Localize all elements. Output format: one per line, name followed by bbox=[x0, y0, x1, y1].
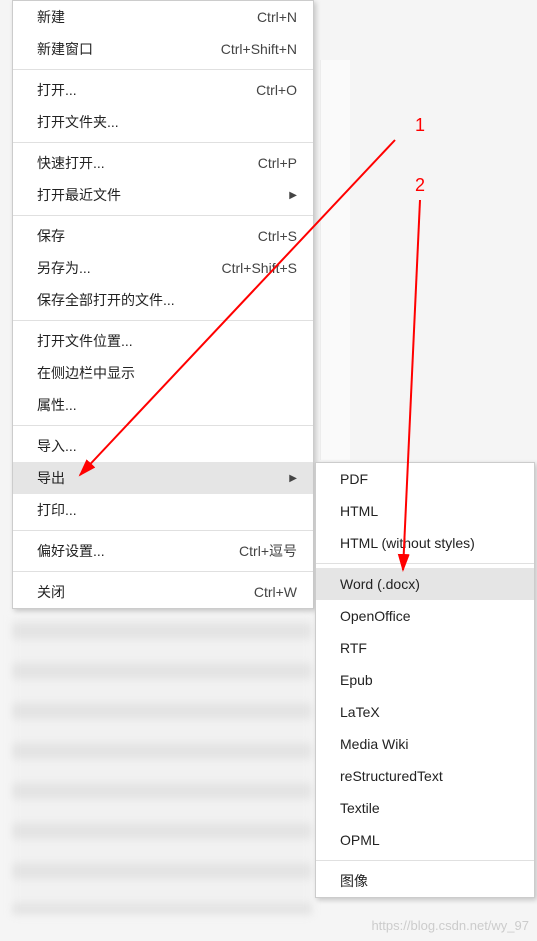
mainMenu-item[interactable]: 另存为... Ctrl+Shift+S bbox=[13, 252, 313, 284]
menu-item-label: 保存 bbox=[37, 226, 238, 246]
menu-item-label: RTF bbox=[340, 640, 518, 656]
menu-item-shortcut: Ctrl+Shift+S bbox=[222, 260, 297, 276]
menu-separator bbox=[13, 69, 313, 70]
subMenu-item[interactable]: PDF bbox=[316, 463, 534, 495]
subMenu-item[interactable]: LaTeX bbox=[316, 696, 534, 728]
menu-item-label: 打印... bbox=[37, 500, 297, 520]
menu-item-shortcut: Ctrl+Shift+N bbox=[221, 41, 297, 57]
menu-item-shortcut: Ctrl+O bbox=[256, 82, 297, 98]
mainMenu-item[interactable]: 打开最近文件 ▶ bbox=[13, 179, 313, 211]
menu-item-label: Word (.docx) bbox=[340, 576, 518, 592]
menu-item-label: Epub bbox=[340, 672, 518, 688]
menu-item-label: 新建窗口 bbox=[37, 39, 201, 59]
menu-item-label: 打开最近文件 bbox=[37, 185, 281, 205]
submenu-arrow-icon: ▶ bbox=[289, 473, 297, 484]
mainMenu-item[interactable]: 打开文件夹... bbox=[13, 106, 313, 138]
menu-item-label: LaTeX bbox=[340, 704, 518, 720]
menu-item-label: 图像 bbox=[340, 871, 518, 891]
menu-item-shortcut: Ctrl+W bbox=[254, 584, 297, 600]
mainMenu-item[interactable]: 关闭 Ctrl+W bbox=[13, 576, 313, 608]
menu-item-shortcut: Ctrl+S bbox=[258, 228, 297, 244]
background-strip bbox=[320, 60, 350, 460]
mainMenu-item[interactable]: 在侧边栏中显示 bbox=[13, 357, 313, 389]
menu-item-label: 打开... bbox=[37, 80, 236, 100]
menu-separator bbox=[13, 425, 313, 426]
file-menu: 新建 Ctrl+N 新建窗口 Ctrl+Shift+N 打开... Ctrl+O 打开文件夹… bbox=[12, 0, 314, 609]
menu-separator bbox=[316, 563, 534, 564]
menu-item-label: 属性... bbox=[37, 395, 297, 415]
menu-item-label: 新建 bbox=[37, 7, 237, 27]
menu-item-label: HTML bbox=[340, 503, 518, 519]
subMenu-item[interactable]: HTML (without styles) bbox=[316, 527, 534, 559]
export-submenu: PDF HTML HTML (without styles) Word (.docx)… bbox=[315, 462, 535, 898]
menu-separator bbox=[13, 571, 313, 572]
mainMenu-item[interactable]: 新建窗口 Ctrl+Shift+N bbox=[13, 33, 313, 65]
menu-separator bbox=[13, 215, 313, 216]
submenu-arrow-icon: ▶ bbox=[289, 190, 297, 201]
subMenu-item[interactable]: HTML bbox=[316, 495, 534, 527]
menu-item-label: PDF bbox=[340, 471, 518, 487]
menu-item-label: Media Wiki bbox=[340, 736, 518, 752]
mainMenu-item[interactable]: 偏好设置... Ctrl+逗号 bbox=[13, 535, 313, 567]
subMenu-item[interactable]: Word (.docx) bbox=[316, 568, 534, 600]
menu-separator bbox=[13, 142, 313, 143]
mainMenu-item[interactable]: 打印... bbox=[13, 494, 313, 526]
subMenu-item[interactable]: Textile bbox=[316, 792, 534, 824]
mainMenu-item[interactable]: 保存全部打开的文件... bbox=[13, 284, 313, 316]
menu-separator bbox=[13, 530, 313, 531]
mainMenu-item[interactable]: 保存 Ctrl+S bbox=[13, 220, 313, 252]
subMenu-item[interactable]: Media Wiki bbox=[316, 728, 534, 760]
menu-item-label: OPML bbox=[340, 832, 518, 848]
menu-item-label: 偏好设置... bbox=[37, 541, 219, 561]
menu-item-label: 关闭 bbox=[37, 582, 234, 602]
menu-separator bbox=[316, 860, 534, 861]
subMenu-item[interactable]: 图像 bbox=[316, 865, 534, 897]
menu-item-shortcut: Ctrl+N bbox=[257, 9, 297, 25]
mainMenu-item[interactable]: 快速打开... Ctrl+P bbox=[13, 147, 313, 179]
menu-item-label: 导入... bbox=[37, 436, 297, 456]
menu-item-label: 在侧边栏中显示 bbox=[37, 363, 297, 383]
subMenu-item[interactable]: OpenOffice bbox=[316, 600, 534, 632]
menu-item-label: 保存全部打开的文件... bbox=[37, 290, 297, 310]
menu-item-label: reStructuredText bbox=[340, 768, 518, 784]
annotation-label-2: 2 bbox=[415, 175, 425, 196]
menu-item-shortcut: Ctrl+P bbox=[258, 155, 297, 171]
menu-item-label: HTML (without styles) bbox=[340, 535, 518, 551]
watermark: https://blog.csdn.net/wy_97 bbox=[371, 918, 529, 933]
mainMenu-item[interactable]: 导出 ▶ bbox=[13, 462, 313, 494]
mainMenu-item[interactable]: 新建 Ctrl+N bbox=[13, 1, 313, 33]
mainMenu-item[interactable]: 打开文件位置... bbox=[13, 325, 313, 357]
menu-item-label: Textile bbox=[340, 800, 518, 816]
menu-item-shortcut: Ctrl+逗号 bbox=[239, 541, 297, 561]
menu-item-label: 快速打开... bbox=[37, 153, 238, 173]
annotation-label-1: 1 bbox=[415, 115, 425, 136]
menu-item-label: 打开文件夹... bbox=[37, 112, 297, 132]
blurred-background bbox=[12, 615, 312, 915]
menu-item-label: 导出 bbox=[37, 468, 281, 488]
menu-item-label: 另存为... bbox=[37, 258, 202, 278]
subMenu-item[interactable]: Epub bbox=[316, 664, 534, 696]
mainMenu-item[interactable]: 打开... Ctrl+O bbox=[13, 74, 313, 106]
menu-item-label: OpenOffice bbox=[340, 608, 518, 624]
mainMenu-item[interactable]: 导入... bbox=[13, 430, 313, 462]
mainMenu-item[interactable]: 属性... bbox=[13, 389, 313, 421]
menu-item-label: 打开文件位置... bbox=[37, 331, 297, 351]
menu-separator bbox=[13, 320, 313, 321]
subMenu-item[interactable]: reStructuredText bbox=[316, 760, 534, 792]
subMenu-item[interactable]: RTF bbox=[316, 632, 534, 664]
subMenu-item[interactable]: OPML bbox=[316, 824, 534, 856]
